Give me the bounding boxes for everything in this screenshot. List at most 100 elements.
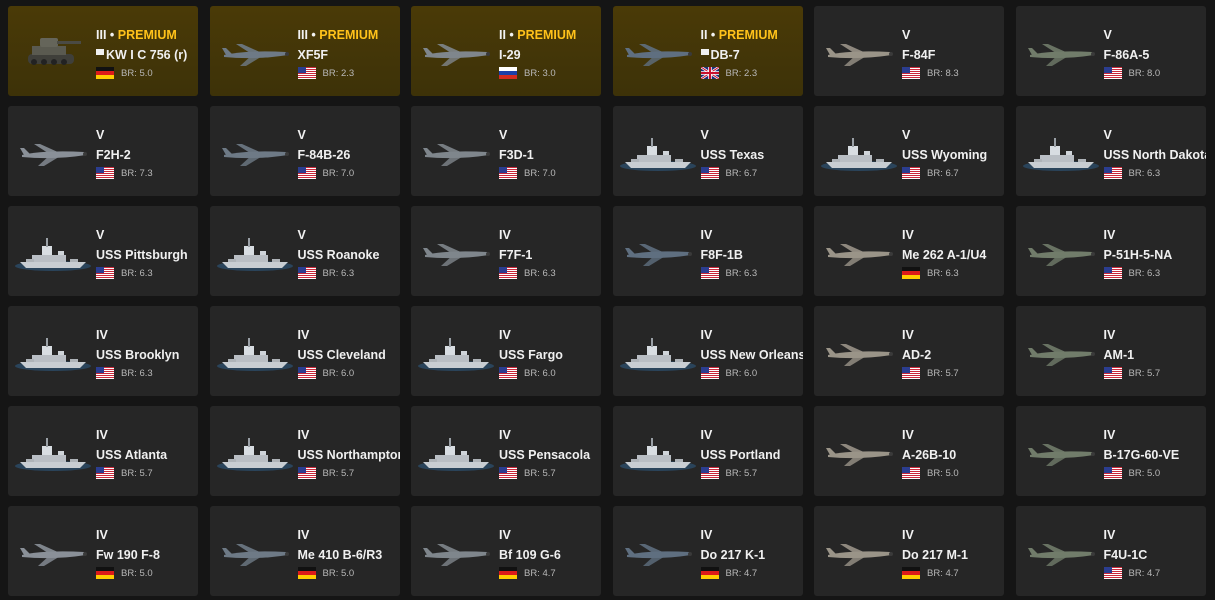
vehicle-card[interactable]: IV USS Portland BR: 5.7 (612, 406, 803, 496)
vehicle-info: V USS Roanoke BR: 6.3 (297, 227, 398, 281)
battle-rating: BR: 2.3 (322, 67, 355, 79)
vehicle-card[interactable]: V F-86A-5 BR: 8.0 (1015, 6, 1206, 96)
ship-thumbnail-icon (216, 422, 294, 478)
rank-line: IV (1104, 227, 1204, 243)
vehicle-card[interactable]: III • PREMIUM XF5F BR: 2.3 (209, 6, 400, 96)
battle-rating: BR: 4.7 (524, 567, 556, 579)
vehicle-name-row: USS Portland (701, 447, 801, 463)
usa-flag-icon (902, 67, 920, 79)
vehicle-name-row: Fw 190 F-8 (96, 547, 196, 563)
vehicle-card[interactable]: V USS North Dakota BR: 6.3 (1015, 106, 1206, 196)
vehicle-name: USS Atlanta (96, 448, 168, 462)
rank-line: V (499, 127, 599, 143)
ship-thumbnail-icon (216, 322, 294, 378)
rank-label: IV (297, 328, 310, 342)
rank-line: IV (96, 427, 196, 443)
ship-thumbnail-icon (619, 322, 697, 378)
vehicle-card[interactable]: V USS Pittsburgh BR: 6.3 (8, 206, 198, 296)
usa-flag-icon (1103, 167, 1122, 179)
ship-thumbnail-icon (216, 222, 294, 278)
vehicle-card[interactable]: IV Me 410 B-6/R3 BR: 5.0 (209, 506, 400, 596)
vehicle-meta: BR: 3.0 (499, 65, 599, 81)
vehicle-meta: BR: 5.7 (700, 465, 801, 481)
vehicle-card[interactable]: IV USS Pensacola BR: 5.7 (411, 406, 601, 496)
usa-flag-icon (297, 267, 316, 279)
vehicle-card[interactable]: V F2H-2 BR: 7.3 (8, 106, 198, 196)
vehicle-meta: BR: 7.0 (499, 165, 599, 181)
vehicle-card[interactable]: IV USS Brooklyn BR: 6.3 (8, 306, 198, 396)
vehicle-card[interactable]: V F-84F BR: 8.3 (814, 6, 1004, 96)
vehicle-name: I-29 (499, 48, 521, 62)
vehicle-card[interactable]: IV B-17G-60-VE BR: 5.0 (1015, 406, 1206, 496)
usa-flag-icon (700, 167, 719, 179)
vehicle-info: V F-84B-26 BR: 7.0 (297, 127, 398, 181)
vehicle-info: IV B-17G-60-VE BR: 5.0 (1103, 427, 1204, 481)
vehicle-card[interactable]: IV AM-1 BR: 5.7 (1015, 306, 1206, 396)
vehicle-card[interactable]: IV USS Fargo BR: 6.0 (411, 306, 601, 396)
vehicle-meta: BR: 5.0 (96, 565, 196, 581)
plane-thumbnail-icon (216, 122, 294, 178)
ship-thumbnail-icon (417, 322, 495, 378)
usa-flag-icon (1103, 467, 1122, 479)
origin-marker-icon (700, 48, 709, 55)
vehicle-card[interactable]: V USS Texas BR: 6.7 (612, 106, 803, 196)
vehicle-name: F2H-2 (96, 148, 131, 162)
vehicle-card[interactable]: IV F7F-1 BR: 6.3 (411, 206, 601, 296)
rank-line: IV (96, 327, 196, 343)
vehicle-card[interactable]: IV USS Northampton BR: 5.7 (209, 406, 400, 496)
vehicle-card[interactable]: IV P-51H-5-NA BR: 6.3 (1015, 206, 1206, 296)
rank-line: IV (902, 327, 1002, 343)
vehicle-info: IV AM-1 BR: 5.7 (1103, 327, 1204, 381)
battle-rating: BR: 6.3 (1128, 267, 1161, 279)
premium-label: PREMIUM (517, 28, 577, 42)
vehicle-card[interactable]: V F-84B-26 BR: 7.0 (209, 106, 400, 196)
plane-thumbnail-icon (14, 122, 92, 178)
vehicle-name: USS Fargo (499, 348, 563, 362)
vehicle-meta: BR: 5.7 (499, 465, 599, 481)
vehicle-meta: BR: 2.3 (700, 65, 801, 81)
vehicle-card[interactable]: IV Do 217 K-1 BR: 4.7 (612, 506, 803, 596)
usa-flag-icon (96, 167, 114, 179)
battle-rating: BR: 6.3 (725, 267, 758, 279)
vehicle-meta: BR: 4.7 (700, 565, 801, 581)
vehicle-card[interactable]: IV Do 217 M-1 BR: 4.7 (814, 506, 1004, 596)
rank-label: IV (297, 428, 310, 442)
rank-label: IV (1103, 428, 1116, 442)
rank-line: V (1104, 127, 1204, 143)
rank-label: IV (700, 428, 713, 442)
vehicle-card[interactable]: V USS Wyoming BR: 6.7 (814, 106, 1004, 196)
vehicle-card[interactable]: II • PREMIUM DB-7 BR: 2.3 (612, 6, 803, 96)
rank-label: IV (297, 528, 310, 542)
usa-flag-icon (902, 367, 920, 379)
rank-line: IV (499, 527, 599, 543)
vehicle-card[interactable]: IV AD-2 BR: 5.7 (814, 306, 1004, 396)
battle-rating: BR: 6.3 (927, 267, 959, 279)
battle-rating: BR: 5.0 (121, 67, 153, 79)
vehicle-card[interactable]: IV Fw 190 F-8 BR: 5.0 (8, 506, 198, 596)
vehicle-name: USS North Dakota (1103, 148, 1206, 162)
vehicle-name-row: USS Texas (701, 147, 801, 163)
vehicle-card[interactable]: IV Bf 109 G-6 BR: 4.7 (411, 506, 601, 596)
vehicle-name-row: P-51H-5-NA (1104, 247, 1204, 263)
vehicle-name: USS Portland (700, 448, 781, 462)
vehicle-card[interactable]: IV USS New Orleans BR: 6.0 (612, 306, 803, 396)
vehicle-card[interactable]: IV F8F-1B BR: 6.3 (612, 206, 803, 296)
vehicle-card[interactable]: IV USS Cleveland BR: 6.0 (209, 306, 400, 396)
rank-label: IV (700, 328, 713, 342)
vehicle-name-row: USS Cleveland (298, 347, 398, 363)
vehicle-name-row: USS Wyoming (902, 147, 1002, 163)
rank-line: III • PREMIUM (298, 27, 398, 43)
vehicle-card[interactable]: II • PREMIUM I-29 BR: 3.0 (411, 6, 601, 96)
vehicle-card[interactable]: V USS Roanoke BR: 6.3 (209, 206, 400, 296)
vehicle-meta: BR: 5.7 (902, 365, 1002, 381)
vehicle-name: XF5F (297, 48, 329, 62)
vehicle-card[interactable]: IV A-26B-10 BR: 5.0 (814, 406, 1004, 496)
vehicle-card[interactable]: IV Me 262 A-1/U4 BR: 6.3 (814, 206, 1004, 296)
vehicle-card[interactable]: IV USS Atlanta BR: 5.7 (8, 406, 198, 496)
vehicle-card[interactable]: V F3D-1 BR: 7.0 (411, 106, 601, 196)
vehicle-card[interactable]: IV F4U-1C BR: 4.7 (1015, 506, 1206, 596)
vehicle-card[interactable]: III • PREMIUM KW I C 756 (r) BR: 5.0 (8, 6, 198, 96)
rank-label: V (297, 228, 306, 242)
usa-flag-icon (700, 467, 719, 479)
rank-label: V (499, 128, 508, 142)
